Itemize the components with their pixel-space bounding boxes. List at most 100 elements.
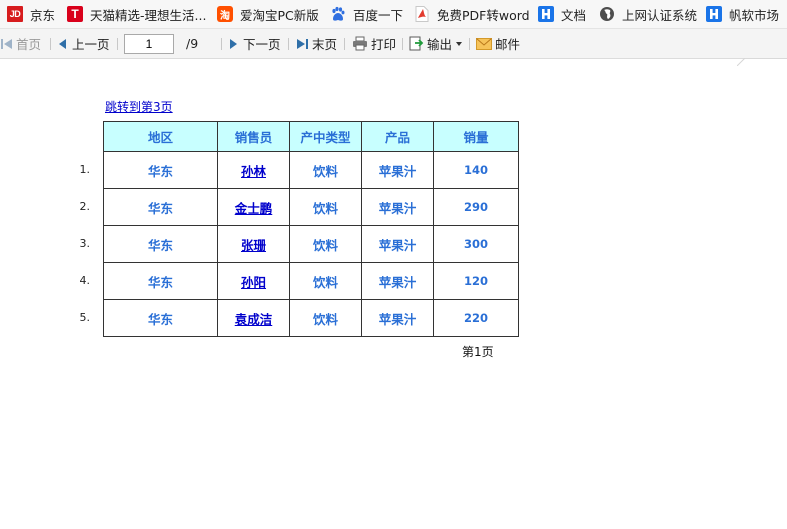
region-cell: 华东: [103, 299, 218, 337]
type-cell: 饮料: [289, 225, 362, 263]
bookmark-label: 京东: [30, 7, 56, 23]
sales-cell: 140: [433, 151, 519, 189]
mail-icon: [476, 37, 492, 50]
print-button[interactable]: 打印: [352, 35, 396, 52]
last-page-button[interactable]: 末页: [296, 35, 337, 52]
last-page-label: 末页: [312, 37, 338, 52]
salesperson-link[interactable]: 金士鹏: [235, 201, 273, 216]
first-page-label: 首页: [16, 37, 42, 52]
fanruan-icon: [538, 6, 554, 22]
bookmark-baidu[interactable]: 百度一下: [330, 5, 403, 23]
product-cell: 苹果汁: [361, 262, 434, 300]
jd-icon: JD: [7, 6, 23, 22]
sales-table: 地区 销售员 产中类型 产品 销量 华东 孙林 饮料 苹果汁 140 华东 金士…: [103, 121, 519, 337]
first-page-button[interactable]: 首页: [0, 35, 41, 52]
jump-to-page-link[interactable]: 跳转到第3页: [105, 98, 173, 115]
bookmark-taobao[interactable]: 淘 爱淘宝PC新版: [217, 5, 319, 23]
type-cell: 饮料: [289, 299, 362, 337]
bookmark-jd[interactable]: JD 京东: [7, 5, 55, 23]
bookmark-market[interactable]: 帆软市场: [706, 5, 779, 23]
salesperson-cell: 张珊: [217, 225, 290, 263]
bookmark-label: 文档: [561, 7, 587, 23]
column-header-sales: 销量: [433, 121, 519, 152]
baidu-paw-icon: [330, 6, 346, 22]
page-number-input[interactable]: [124, 34, 174, 54]
toolbar-divider: [344, 38, 345, 50]
column-header-salesperson: 销售员: [217, 121, 290, 152]
region-cell: 华东: [103, 225, 218, 263]
sales-cell: 300: [433, 225, 519, 263]
product-cell: 苹果汁: [361, 299, 434, 337]
first-page-icon: [0, 38, 13, 50]
type-cell: 饮料: [289, 151, 362, 189]
type-cell: 饮料: [289, 262, 362, 300]
row-number: 3.: [79, 237, 91, 250]
product-cell: 苹果汁: [361, 225, 434, 263]
next-page-label: 下一页: [243, 37, 281, 52]
salesperson-cell: 金士鹏: [217, 188, 290, 226]
next-page-button[interactable]: 下一页: [229, 35, 281, 52]
product-cell: 苹果汁: [361, 188, 434, 226]
prev-page-button[interactable]: 上一页: [58, 35, 110, 52]
table-row: 华东 孙林 饮料 苹果汁 140: [103, 151, 519, 189]
row-number: 4.: [79, 274, 91, 287]
salesperson-link[interactable]: 张珊: [241, 238, 266, 253]
mail-label: 邮件: [495, 37, 521, 52]
type-cell: 饮料: [289, 188, 362, 226]
bookmark-docs[interactable]: 文档: [538, 5, 586, 23]
prev-page-icon: [58, 38, 67, 50]
table-row: 华东 孙阳 饮料 苹果汁 120: [103, 262, 519, 300]
row-number: 5.: [79, 311, 91, 324]
report-toolbar: 首页 上一页 /9 下一页 末页 打印 输出 邮件: [0, 29, 787, 59]
bookmarks-bar: JD 京东 T 天猫精选-理想生活... 淘 爱淘宝PC新版 百度一下 免费PD…: [0, 0, 787, 29]
column-header-region: 地区: [103, 121, 218, 152]
region-cell: 华东: [103, 188, 218, 226]
sales-cell: 290: [433, 188, 519, 226]
pdf-icon: [414, 6, 430, 22]
bookmark-auth[interactable]: 上网认证系统: [599, 5, 697, 23]
table-header-row: 地区 销售员 产中类型 产品 销量: [103, 121, 519, 152]
salesperson-link[interactable]: 孙阳: [241, 275, 266, 290]
table-row: 华东 袁成洁 饮料 苹果汁 220: [103, 299, 519, 337]
chevron-down-icon: [456, 41, 463, 46]
bookmark-label: 上网认证系统: [622, 7, 698, 23]
prev-page-label: 上一页: [72, 37, 110, 52]
bookmark-label: 天猫精选-理想生活...: [90, 7, 207, 23]
sales-cell: 120: [433, 262, 519, 300]
toolbar-divider: [402, 38, 403, 50]
row-number: 2.: [79, 200, 91, 213]
toolbar-divider: [50, 38, 51, 50]
bookmark-label: 百度一下: [353, 7, 404, 23]
column-header-product: 产品: [361, 121, 434, 152]
mail-button[interactable]: 邮件: [476, 35, 520, 52]
row-number: 1.: [79, 163, 91, 176]
salesperson-cell: 孙阳: [217, 262, 290, 300]
page-edge-decoration: [737, 58, 787, 66]
salesperson-cell: 孙林: [217, 151, 290, 189]
salesperson-link[interactable]: 孙林: [241, 164, 266, 179]
total-pages-label: /9: [186, 36, 199, 51]
table-row: 华东 金士鹏 饮料 苹果汁 290: [103, 188, 519, 226]
last-page-icon: [296, 38, 309, 50]
region-cell: 华东: [103, 262, 218, 300]
export-button[interactable]: 输出: [409, 35, 463, 52]
page-indicator: 第1页: [462, 345, 494, 359]
export-icon: [409, 36, 424, 51]
export-label: 输出: [427, 37, 453, 52]
toolbar-divider: [288, 38, 289, 50]
bookmark-tmall[interactable]: T 天猫精选-理想生活...: [67, 5, 206, 23]
bookmark-pdf[interactable]: 免费PDF转word: [414, 5, 530, 23]
globe-icon: [599, 6, 615, 22]
fanruan-icon: [706, 6, 722, 22]
product-cell: 苹果汁: [361, 151, 434, 189]
printer-icon: [352, 36, 368, 51]
print-label: 打印: [371, 37, 397, 52]
bookmark-label: 免费PDF转word: [437, 7, 530, 23]
salesperson-link[interactable]: 袁成洁: [235, 312, 273, 327]
toolbar-divider: [117, 38, 118, 50]
table-row: 华东 张珊 饮料 苹果汁 300: [103, 225, 519, 263]
taobao-icon: 淘: [217, 6, 233, 22]
region-cell: 华东: [103, 151, 218, 189]
salesperson-cell: 袁成洁: [217, 299, 290, 337]
next-page-icon: [229, 38, 238, 50]
